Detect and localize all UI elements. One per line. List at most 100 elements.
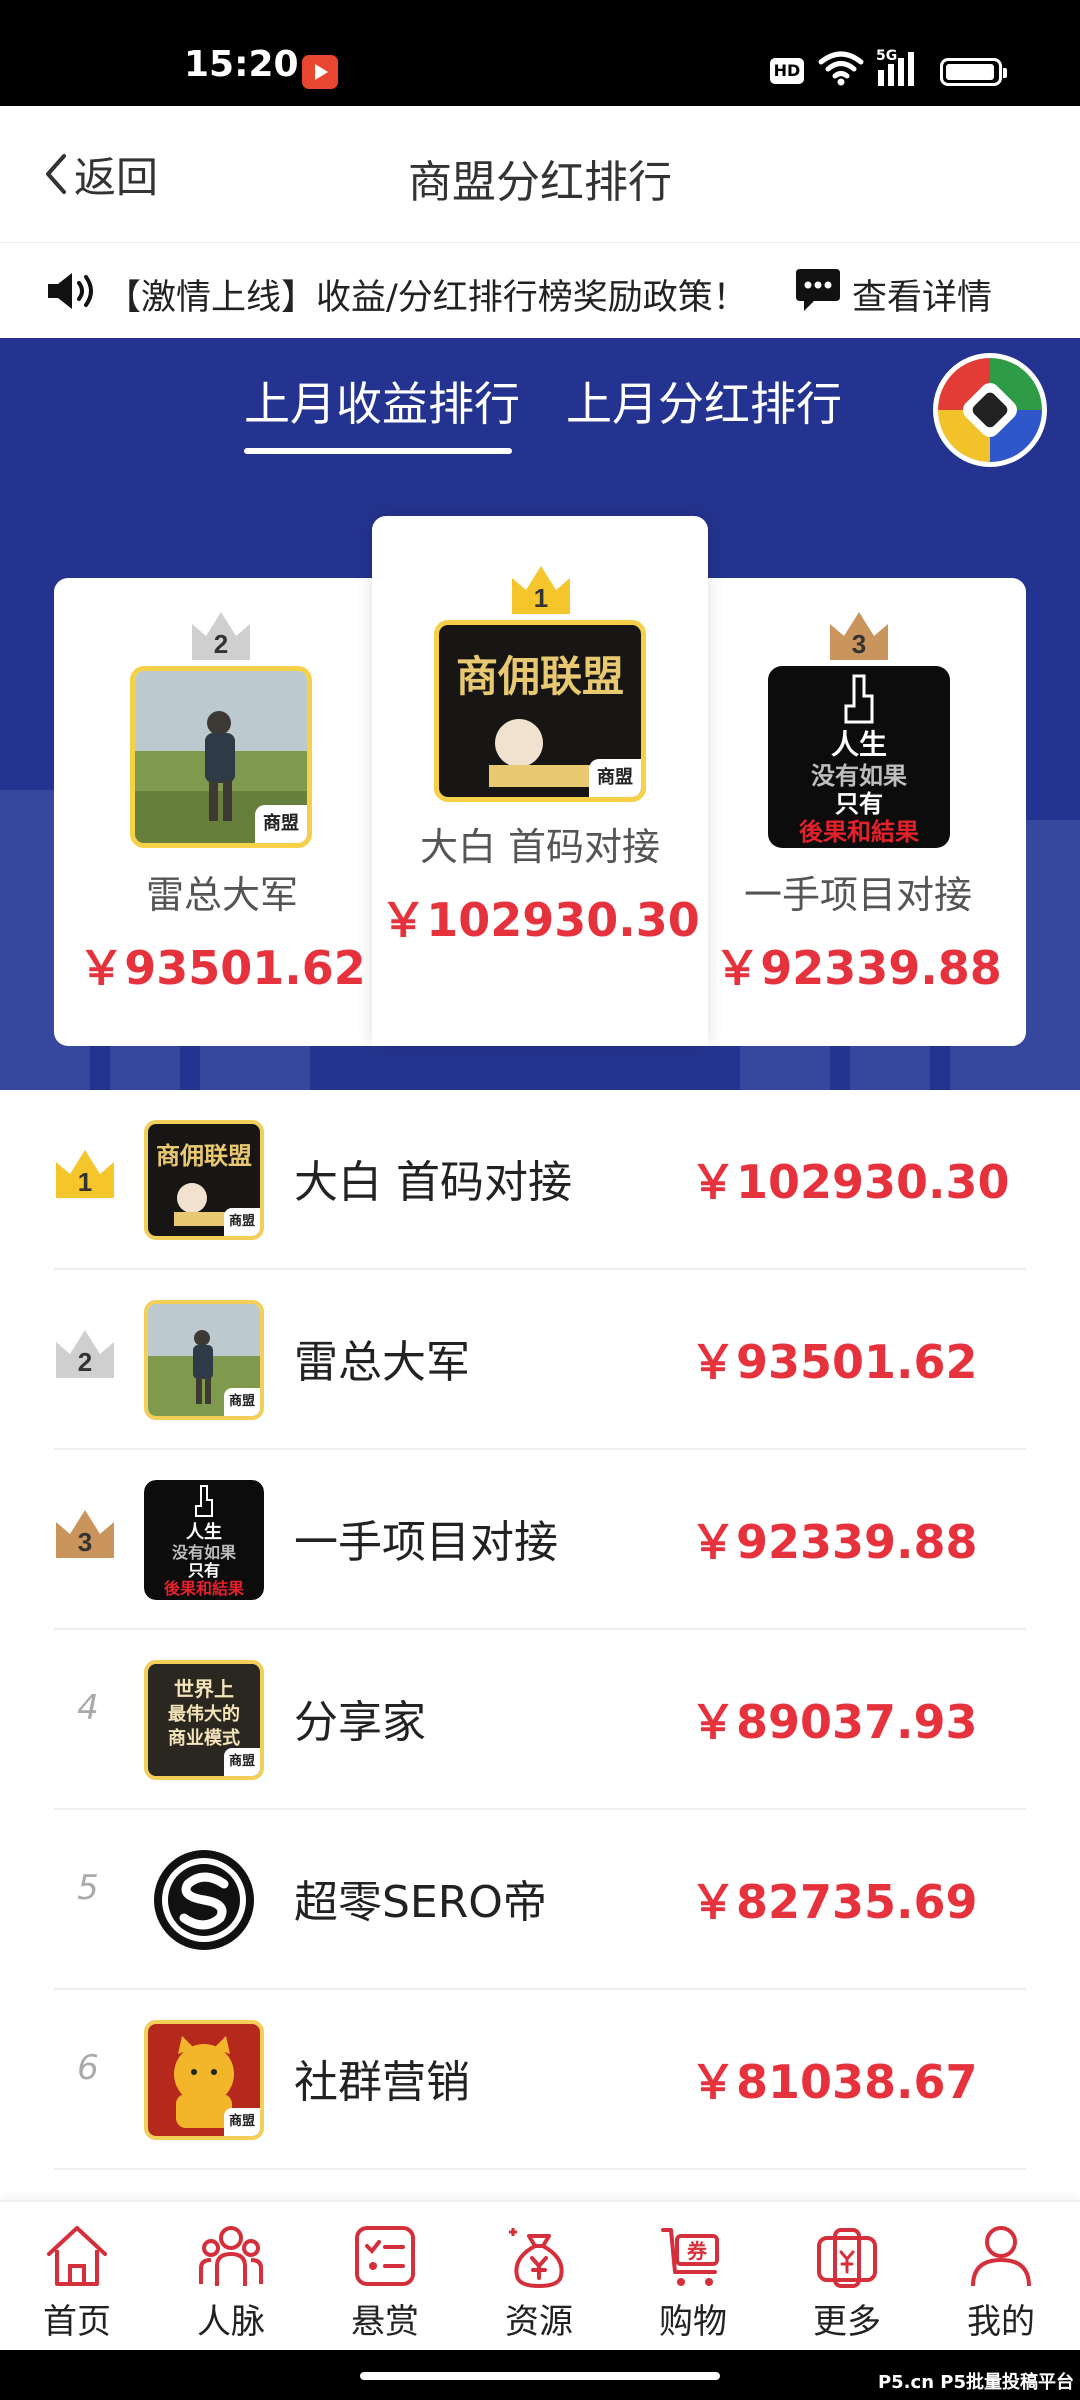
rank-number: 3 [78,1527,92,1557]
silver-crown-icon: 2 [192,612,250,660]
podium-third-amount: ￥92339.88 [714,941,1002,995]
gold-crown-icon: 1 [512,566,570,614]
podium-first-tag: 商盟 [589,759,641,797]
business-model-line-3: 商业模式 [168,1727,240,1749]
rank-number: 4 [77,1688,99,1728]
ranking-row[interactable]: 5 超零SERO帝 ￥82735.69 [54,1810,1026,1990]
bronze-crown-icon: 3 [56,1510,114,1558]
ranking-row[interactable]: 6 商盟 社群营销 ￥81038.67 [54,1990,1026,2170]
hd-icon: HD [770,58,804,84]
wallet-icon [817,2228,877,2288]
wifi-icon [818,51,864,86]
nav-more-label: 更多 [813,2302,881,2342]
nav-resources-label: 资源 [505,2302,573,2342]
signal-icon [878,52,914,86]
nav-resources[interactable]: 资源 [462,2222,616,2343]
user-tag: 商盟 [224,1388,260,1416]
user-name: 雷总大军 [294,1337,470,1388]
user-icon [971,2226,1031,2287]
business-model-line-1: 世界上 [174,1677,234,1701]
life-quote-line-4: 後果和結果 [164,1579,244,1598]
nav-contacts[interactable]: 人脉 [154,2222,308,2343]
user-amount: ￥102930.30 [690,1155,1010,1209]
user-amount: ￥82735.69 [690,1875,978,1929]
nav-more[interactable]: 更多 [770,2222,924,2343]
nav-shopping-label: 购物 [659,2302,727,2342]
user-tag: 商盟 [224,2108,260,2136]
podium-second-avatar: 商盟 [130,666,312,848]
alliance-logo-text: 商佣联盟 [156,1141,252,1170]
life-quote-line-3: 只有 [188,1561,220,1580]
nav-rewards[interactable]: 悬赏 [308,2222,462,2343]
rank-number: 2 [78,1347,92,1377]
life-quote-line-4: 後果和結果 [799,818,919,846]
home-indicator[interactable] [360,2372,720,2380]
active-tab-indicator [244,448,512,454]
notice-text[interactable]: 【激情上线】收益/分红排行榜奖励政策！ [106,269,748,320]
tab-monthly-earnings[interactable]: 上月收益排行 [244,368,520,434]
rank-number: 6 [77,2048,99,2088]
colorful-coin-icon[interactable] [930,350,1050,470]
podium-second-rank: 2 [214,629,228,659]
ranking-row[interactable]: 3 人生 没有如果 只有 後果和結果 一手项目对接 ￥92339.88 [54,1450,1026,1630]
nav-profile[interactable]: 我的 [924,2222,1078,2343]
user-avatar: 商佣联盟 商盟 [144,1120,264,1240]
user-name: 一手项目对接 [294,1517,558,1568]
bronze-crown-icon: 3 [830,612,888,660]
view-details-link[interactable]: 查看详情 [852,269,992,320]
status-time: 15:20 [184,44,299,85]
nav-shopping[interactable]: 券 购物 [616,2222,770,2343]
watermark: P5.cn P5批量投稿平台 [877,2372,1074,2393]
business-model-line-2: 最伟大的 [168,1703,240,1725]
ranking-row[interactable]: 2 商盟 雷总大军 ￥93501.62 [54,1270,1026,1450]
podium-second-name: 雷总大军 [145,873,298,917]
tab-monthly-dividends[interactable]: 上月分红排行 [566,368,842,434]
nav-home-label: 首页 [43,2302,111,2342]
life-quote-line-2: 没有如果 [811,762,907,790]
life-quote-image: 人生 没有如果 只有 後果和結果 [768,666,950,848]
gold-crown-icon: 1 [56,1150,114,1198]
alliance-logo-text: 商佣联盟 [456,652,624,701]
user-avatar: 商盟 [144,2020,264,2140]
podium-second-tag: 商盟 [255,805,307,843]
nav-contacts-label: 人脉 [197,2302,265,2342]
status-bar: 15:20 HD 5G [0,0,1080,106]
user-amount: ￥92339.88 [690,1515,978,1569]
life-quote-line-2: 没有如果 [172,1543,236,1562]
life-quote-image: 人生 没有如果 只有 後果和結果 [144,1480,264,1600]
rank-number: 5 [77,1868,99,1908]
notice-bar: 【激情上线】收益/分红排行榜奖励政策！ 查看详情 [0,242,1080,338]
battery-icon [940,58,1007,86]
user-amount: ￥81038.67 [690,2055,978,2109]
user-name: 社群营销 [294,2057,470,2108]
ranking-row[interactable]: 4 世界上 最伟大的 商业模式 商盟 分享家 ￥89037.93 [54,1630,1026,1810]
nav-rewards-label: 悬赏 [351,2302,419,2342]
user-avatar [144,1840,264,1960]
header: 返回 商盟分红排行 [0,106,1080,242]
podium-third-avatar: 人生 没有如果 只有 後果和結果 [768,666,950,848]
user-avatar: 商盟 [144,1300,264,1420]
ranking-row[interactable]: 1 商佣联盟 商盟 大白 首码对接 ￥102930.30 [54,1090,1026,1270]
sero-logo-icon [144,1840,264,1960]
cart-icon: 券 [661,2228,719,2286]
podium-third-name: 一手项目对接 [743,873,972,917]
user-avatar: 人生 没有如果 只有 後果和結果 [144,1480,264,1600]
nav-profile-label: 我的 [967,2302,1035,2342]
svg-text:券: 券 [686,2239,708,2263]
chat-bubble-icon[interactable] [794,267,842,313]
money-bag-icon [509,2228,564,2289]
rank-number: 1 [78,1167,92,1197]
user-avatar: 世界上 最伟大的 商业模式 商盟 [144,1660,264,1780]
podium-first-avatar: 商佣联盟 商盟 [434,620,646,802]
page-title: 商盟分红排行 [408,157,672,208]
life-quote-line-3: 只有 [835,790,883,818]
podium-second-amount: ￥93501.62 [78,941,366,995]
podium-first-rank: 1 [534,583,548,613]
ranking-banner: 上月收益排行 上月分红排行 2 商盟 雷总大军 ￥93501.62 1 商佣联盟… [0,338,1080,1090]
user-amount: ￥93501.62 [690,1335,978,1389]
podium-first-name: 大白 首码对接 [419,825,661,869]
screen-record-icon [302,55,338,89]
home-icon [47,2226,107,2286]
life-quote-line-1: 人生 [831,728,887,761]
nav-home[interactable]: 首页 [0,2222,154,2343]
